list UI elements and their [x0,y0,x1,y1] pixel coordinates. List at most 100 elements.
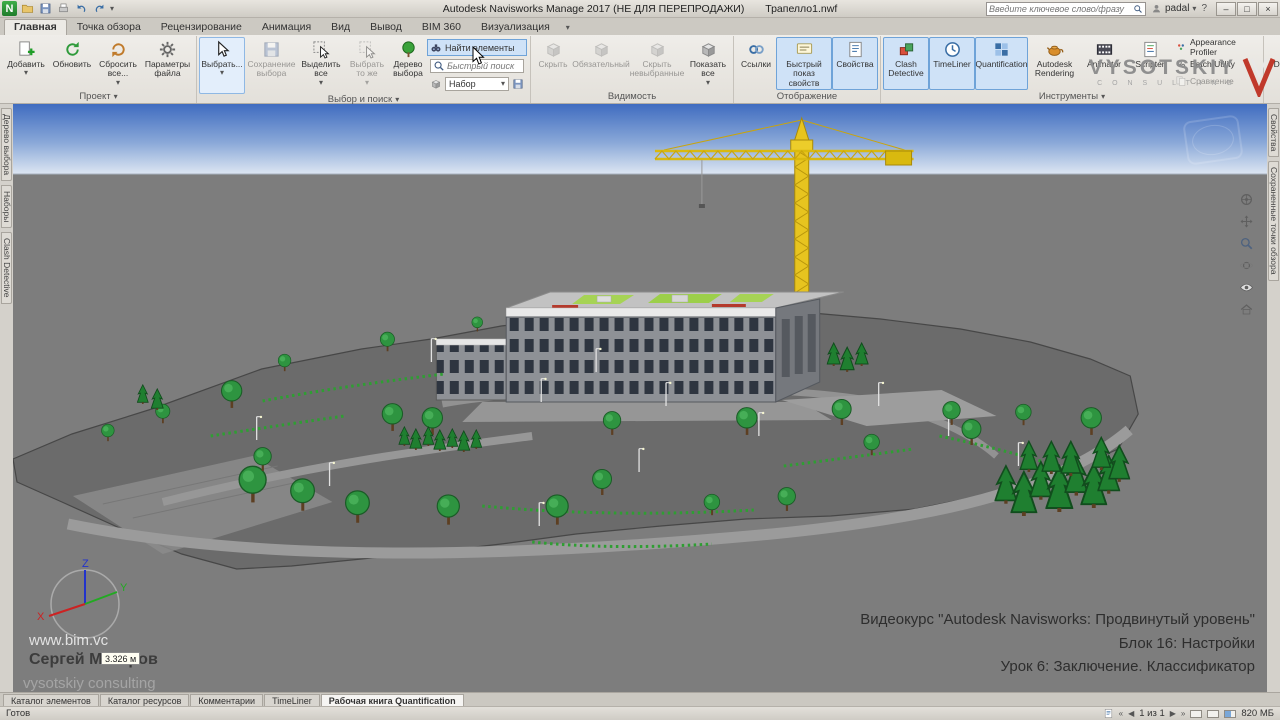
tab-review[interactable]: Рецензирование [151,19,252,35]
dock-tab-saved-viewpoints[interactable]: Сохраненные точки обзора [1268,161,1279,281]
bottom-tab-resource-catalog[interactable]: Каталог ресурсов [99,694,190,706]
group-label-project[interactable]: Проект ▾ [2,90,195,103]
help-button[interactable]: ? [1201,3,1207,14]
next-sheet-button[interactable]: ▶ [1170,709,1176,718]
save-set-icon[interactable] [512,78,524,90]
render-icon [1045,40,1064,59]
dock-tab-properties[interactable]: Свойства [1268,108,1279,158]
ribbon-group-datatools: DataTools [1264,36,1280,103]
bottom-tab-quantification-workbook[interactable]: Рабочая книга Quantification [320,694,464,706]
require-cube-icon [592,40,611,59]
save-button[interactable] [38,2,53,16]
viewport-3d[interactable]: Z X Y www.bim.vc Сергей Макаров vysotski… [13,104,1267,692]
file-options-button[interactable]: Параметры файла [141,37,194,90]
zoom-icon[interactable] [1239,236,1254,251]
maximize-button[interactable]: □ [1237,1,1257,16]
reset-all-button[interactable]: Сбросить все... ▾ [95,37,141,90]
dock-tab-selection-tree[interactable]: Дерево выбора [1,108,12,182]
quick-find-input[interactable]: Быстрый поиск [430,58,524,73]
ribbon-collapse-icon[interactable]: ▾ [566,24,570,32]
appearance-profiler-button[interactable]: Appearance Profiler [1173,37,1261,57]
watermark-company: vysotskiy consulting [23,675,156,692]
sets-dropdown[interactable]: Набор ▾ [445,76,509,91]
scene-3d[interactable] [13,104,1267,692]
last-sheet-button[interactable]: » [1181,709,1185,718]
compare-button[interactable]: Сравнение [1173,73,1261,89]
select-button[interactable]: Выбрать... ▾ [199,37,245,94]
save-selection-button[interactable]: Сохранение выбора [245,37,298,94]
hide-cube-icon [544,40,563,59]
properties-button[interactable]: Свойства [832,37,878,90]
sheet-icon[interactable] [1103,708,1114,719]
hide-unselected-button[interactable]: Скрыть невыбранные [629,37,685,90]
quantification-button[interactable]: Quantification [975,37,1028,90]
redo-icon [93,2,106,15]
cursor-icon [213,40,232,59]
orbit-icon[interactable] [1239,258,1254,273]
require-button[interactable]: Обязательный [572,37,630,90]
quick-properties-button[interactable]: Быстрый показ свойств [776,37,832,90]
unhide-all-icon [699,40,718,59]
minimize-button[interactable]: – [1216,1,1236,16]
refresh-icon [63,40,82,59]
prev-sheet-button[interactable]: ◀ [1128,709,1134,718]
print-button[interactable] [56,2,71,16]
open-button[interactable] [20,2,35,16]
web-meter [1224,709,1237,718]
bottom-tab-timeliner[interactable]: TimeLiner [264,694,320,706]
scripter-button[interactable]: Scripter [1127,37,1173,90]
left-dock-strip: Дерево выбора Наборы Clash Detective [0,104,13,692]
bottom-tab-comments[interactable]: Комментарии [190,694,264,706]
quick-access-toolbar: N ▾ [2,1,114,16]
unhide-all-button[interactable]: Показать все ▾ [685,37,731,90]
tab-view[interactable]: Вид [321,19,360,35]
group-label-visibility: Видимость [607,91,657,102]
ribbon-group-visibility: Скрыть Обязательный Скрыть невыбранные П… [531,36,734,103]
links-button[interactable]: Ссылки [736,37,776,90]
undo-button[interactable] [74,2,89,16]
keyword-search-input[interactable] [988,3,1133,14]
steering-wheel-icon[interactable] [1239,192,1254,207]
select-all-button[interactable]: Выделить все ▾ [298,37,344,94]
select-same-button[interactable]: Выбрать то же ▾ [344,37,390,94]
dock-tab-sets[interactable]: Наборы [1,185,12,229]
datatools-button[interactable]: DataTools [1266,37,1280,90]
sets-row: Набор ▾ [427,75,527,92]
refresh-button[interactable]: Обновить [49,37,95,90]
tab-render[interactable]: Визуализация [471,19,560,35]
tab-bim360[interactable]: BIM 360 [412,19,471,35]
tab-output[interactable]: Вывод [360,19,412,35]
batch-utility-button[interactable]: Batch Utility [1173,56,1261,72]
home-view-icon[interactable] [1239,302,1254,317]
tab-home[interactable]: Главная [4,19,67,35]
redo-button[interactable] [92,2,107,16]
qat-dropdown-icon[interactable]: ▾ [110,4,114,13]
first-sheet-button[interactable]: « [1119,709,1123,718]
group-label-tools[interactable]: Инструменты ▾ [882,90,1262,103]
app-title: Autodesk Navisworks Manage 2017 (НЕ ДЛЯ … [442,2,745,15]
navisworks-logo-icon[interactable]: N [2,1,17,16]
animator-button[interactable]: Animator [1081,37,1127,90]
course-line-3: Урок 6: Заключение. Классификатор [1000,657,1255,675]
selection-tree-button[interactable]: Дерево выбора [390,37,426,94]
find-items-button[interactable]: Найти элементы [427,39,527,56]
look-icon[interactable] [1239,280,1254,295]
tab-animation[interactable]: Анимация [252,19,321,35]
bottom-tab-item-catalog[interactable]: Каталог элементов [3,694,99,706]
select-all-icon [312,40,331,59]
timeliner-button[interactable]: TimeLiner [929,37,975,90]
tab-viewpoint[interactable]: Точка обзора [67,19,151,35]
keyword-search-box[interactable] [985,1,1146,16]
save-selection-icon [262,40,281,59]
print-icon [57,2,70,15]
add-button[interactable]: Добавить ▾ [3,37,49,90]
close-button[interactable]: × [1258,1,1278,16]
autodesk-rendering-button[interactable]: Autodesk Rendering [1028,37,1081,90]
pan-icon[interactable] [1239,214,1254,229]
pencil-meter [1190,709,1203,718]
hide-button[interactable]: Скрыть [533,37,573,90]
clash-detective-button[interactable]: Clash Detective [883,37,929,90]
search-icon [1133,4,1143,14]
dock-tab-clash-detective[interactable]: Clash Detective [1,232,12,304]
signin-user[interactable]: padal ▾ [1151,3,1196,14]
